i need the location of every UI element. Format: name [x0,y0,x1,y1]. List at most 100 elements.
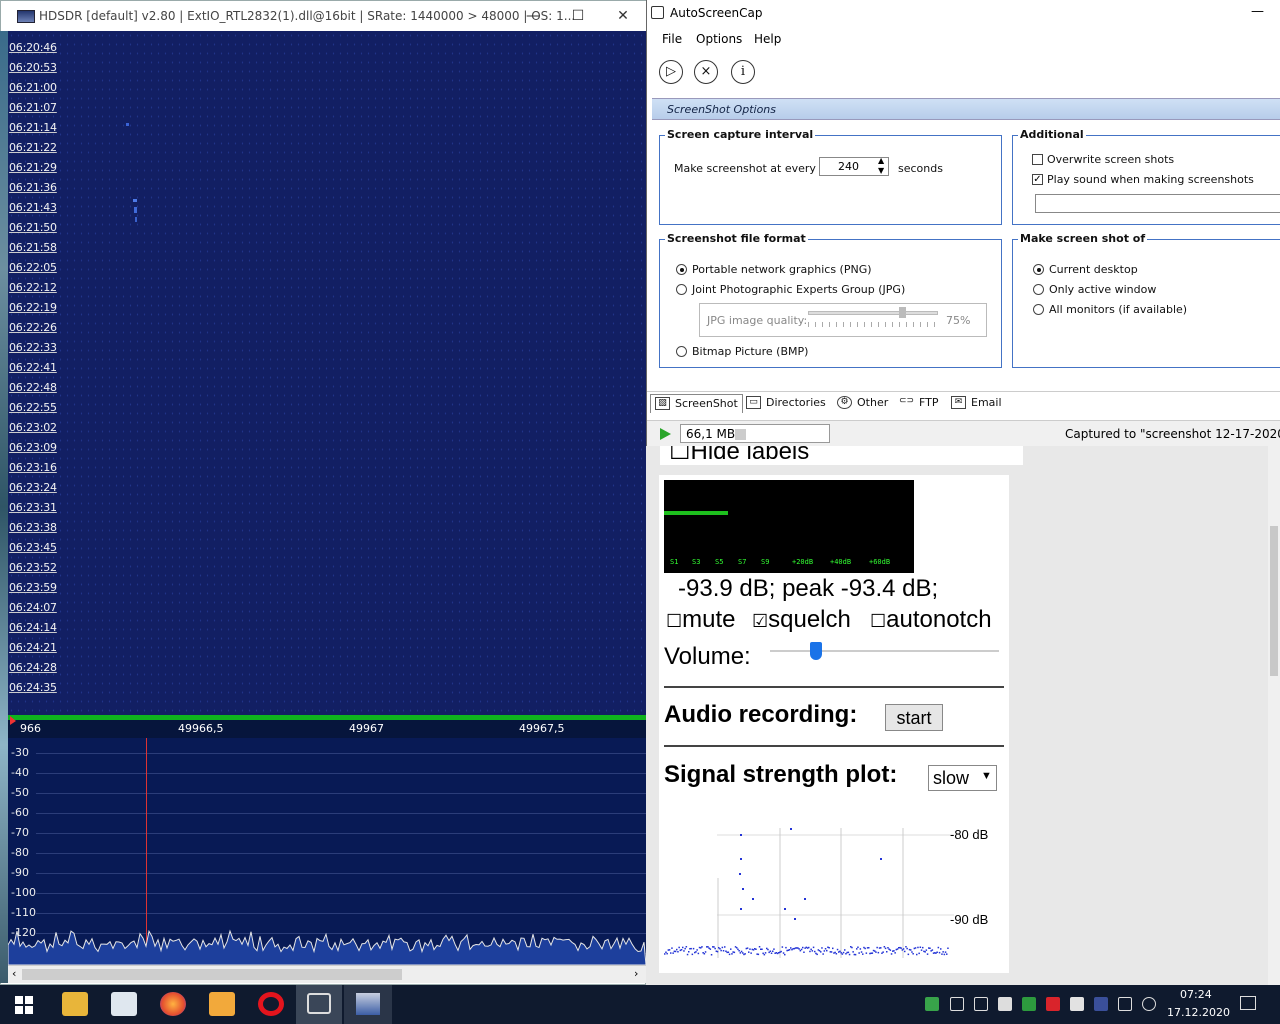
antivirus-icon[interactable] [1046,997,1060,1011]
tab-ftp[interactable]: ⊂⊃ FTP [895,394,943,413]
tab-email[interactable]: ✉ Email [947,394,1006,413]
scroll-thumb[interactable] [22,969,402,980]
vertical-scrollbar[interactable] [1268,446,1280,985]
plot-point [740,908,742,910]
plot-point [910,949,912,951]
close-button[interactable]: ✕ [608,7,638,27]
autonotch-checkbox[interactable]: ☐ [870,611,886,631]
shield-icon[interactable] [998,997,1012,1011]
interval-value[interactable]: 240 [838,160,859,173]
menu-help[interactable]: Help [754,32,781,46]
scroll-right-icon[interactable]: › [634,967,638,980]
time-label: 06:24:07 [9,601,57,614]
bmp-radio[interactable] [676,346,687,357]
volume-icon[interactable] [1142,997,1156,1011]
volume-slider[interactable] [770,650,999,652]
windows-start-icon[interactable] [15,996,33,1014]
notifications-icon[interactable] [1240,996,1256,1010]
plot-point [788,949,791,951]
plot-speed-select[interactable]: slow ▼ [928,765,997,791]
info-icon[interactable]: i [731,60,755,84]
sound-file-field[interactable] [1035,194,1280,213]
overwrite-checkbox[interactable] [1032,154,1043,165]
minimize-button[interactable]: — [1251,4,1264,19]
play-icon[interactable]: ▷ [659,60,683,84]
time-label: 06:23:24 [9,481,57,494]
plot-point [752,898,754,900]
squelch-option[interactable]: ☑squelch [752,606,851,634]
meter-tick: S9 [761,558,770,566]
stop-icon[interactable]: × [694,60,718,84]
waterfall-display[interactable]: 06:20:46 06:20:53 06:21:00 06:21:07 06:21:14… [8,31,646,715]
hide-labels-option[interactable]: ☐Hide labels [669,446,809,465]
plot-point [737,948,739,951]
taskbar-hdsdr-app[interactable] [344,985,392,1024]
tray-icon[interactable] [974,997,988,1011]
taskbar-active-app[interactable] [296,985,342,1024]
frequency-scale[interactable]: 966 49966,5 49967 49967,5 [8,715,646,738]
hdsdr-logo-icon [17,10,35,23]
scroll-left-icon[interactable]: ‹ [12,967,16,980]
spinner-up-icon[interactable]: ▲ [878,156,884,165]
store-icon[interactable] [111,992,137,1016]
clock-time[interactable]: 07:24 [1180,988,1212,1001]
labels-card: ☐Hide labels [660,446,1023,465]
spinner-down-icon[interactable]: ▼ [878,166,884,175]
start-recording-button[interactable]: start [885,704,943,731]
media-player-icon[interactable] [209,992,235,1016]
horizontal-scrollbar[interactable]: ‹ › [8,965,646,983]
firefox-icon[interactable] [160,992,186,1016]
mute-checkbox[interactable]: ☐ [666,611,682,631]
spectrum-display[interactable]: -30-40-50-60-70-80-90-100-110-120-130 [8,738,646,965]
tab-screenshot[interactable]: ▧ ScreenShot [650,394,743,413]
hdsdr-title-bar[interactable]: HDSDR [default] v2.80 | ExtIO_RTL2832(1)… [1,1,647,32]
mute-option[interactable]: ☐mute [666,606,736,634]
asc-title-bar[interactable]: AutoScreenCap — [647,0,1280,26]
interval-spinner[interactable]: 240 ▲ ▼ [819,156,889,176]
file-explorer-icon[interactable] [62,992,88,1016]
tray-icon[interactable] [950,997,964,1011]
tray-icon[interactable] [1022,997,1036,1011]
plot-point [692,947,695,950]
jpg-quality-slider[interactable] [808,311,938,315]
network-icon[interactable] [1118,997,1132,1011]
scroll-thumb[interactable] [1270,526,1278,676]
plot-point [856,948,858,950]
meter-tick: S1 [670,558,679,566]
squelch-checkbox[interactable]: ☑ [752,611,768,631]
plot-point [764,952,767,954]
plot-point [905,946,907,948]
plot-point [763,953,766,956]
tab-other[interactable]: ⚙ Other [833,394,892,413]
plot-point [677,951,679,953]
menu-options[interactable]: Options [696,32,742,46]
tab-directories[interactable]: ▭ Directories [742,394,830,413]
opera-icon[interactable] [258,992,284,1016]
current-desktop-radio[interactable] [1033,264,1044,275]
tray-icon[interactable] [1094,997,1108,1011]
maximize-button[interactable]: ☐ [563,7,593,27]
plot-point [761,948,763,950]
meter-tick: S3 [692,558,701,566]
jpg-radio[interactable] [676,284,687,295]
volume-thumb[interactable] [810,642,822,660]
plot-point [714,947,716,950]
active-window-radio[interactable] [1033,284,1044,295]
all-monitors-radio[interactable] [1033,304,1044,315]
png-radio[interactable] [676,264,687,275]
screenshot-options-header: ScreenShot Options [652,98,1280,120]
menu-file[interactable]: File [662,32,682,46]
plot-point [851,946,853,949]
play-sound-checkbox[interactable]: ✓ [1032,174,1043,185]
jpg-quality-thumb[interactable] [899,307,906,318]
divider [664,745,1004,747]
autonotch-option[interactable]: ☐autonotch [870,606,992,634]
speaker-muted-icon[interactable] [1070,997,1084,1011]
tray-icon[interactable] [925,997,939,1011]
time-label: 06:22:05 [9,261,57,274]
time-label: 06:23:52 [9,561,57,574]
minimize-button[interactable]: — [518,7,548,27]
clock-date[interactable]: 17.12.2020 [1167,1006,1230,1019]
plot-point [902,948,905,950]
meter-tick: +60dB [869,558,891,566]
